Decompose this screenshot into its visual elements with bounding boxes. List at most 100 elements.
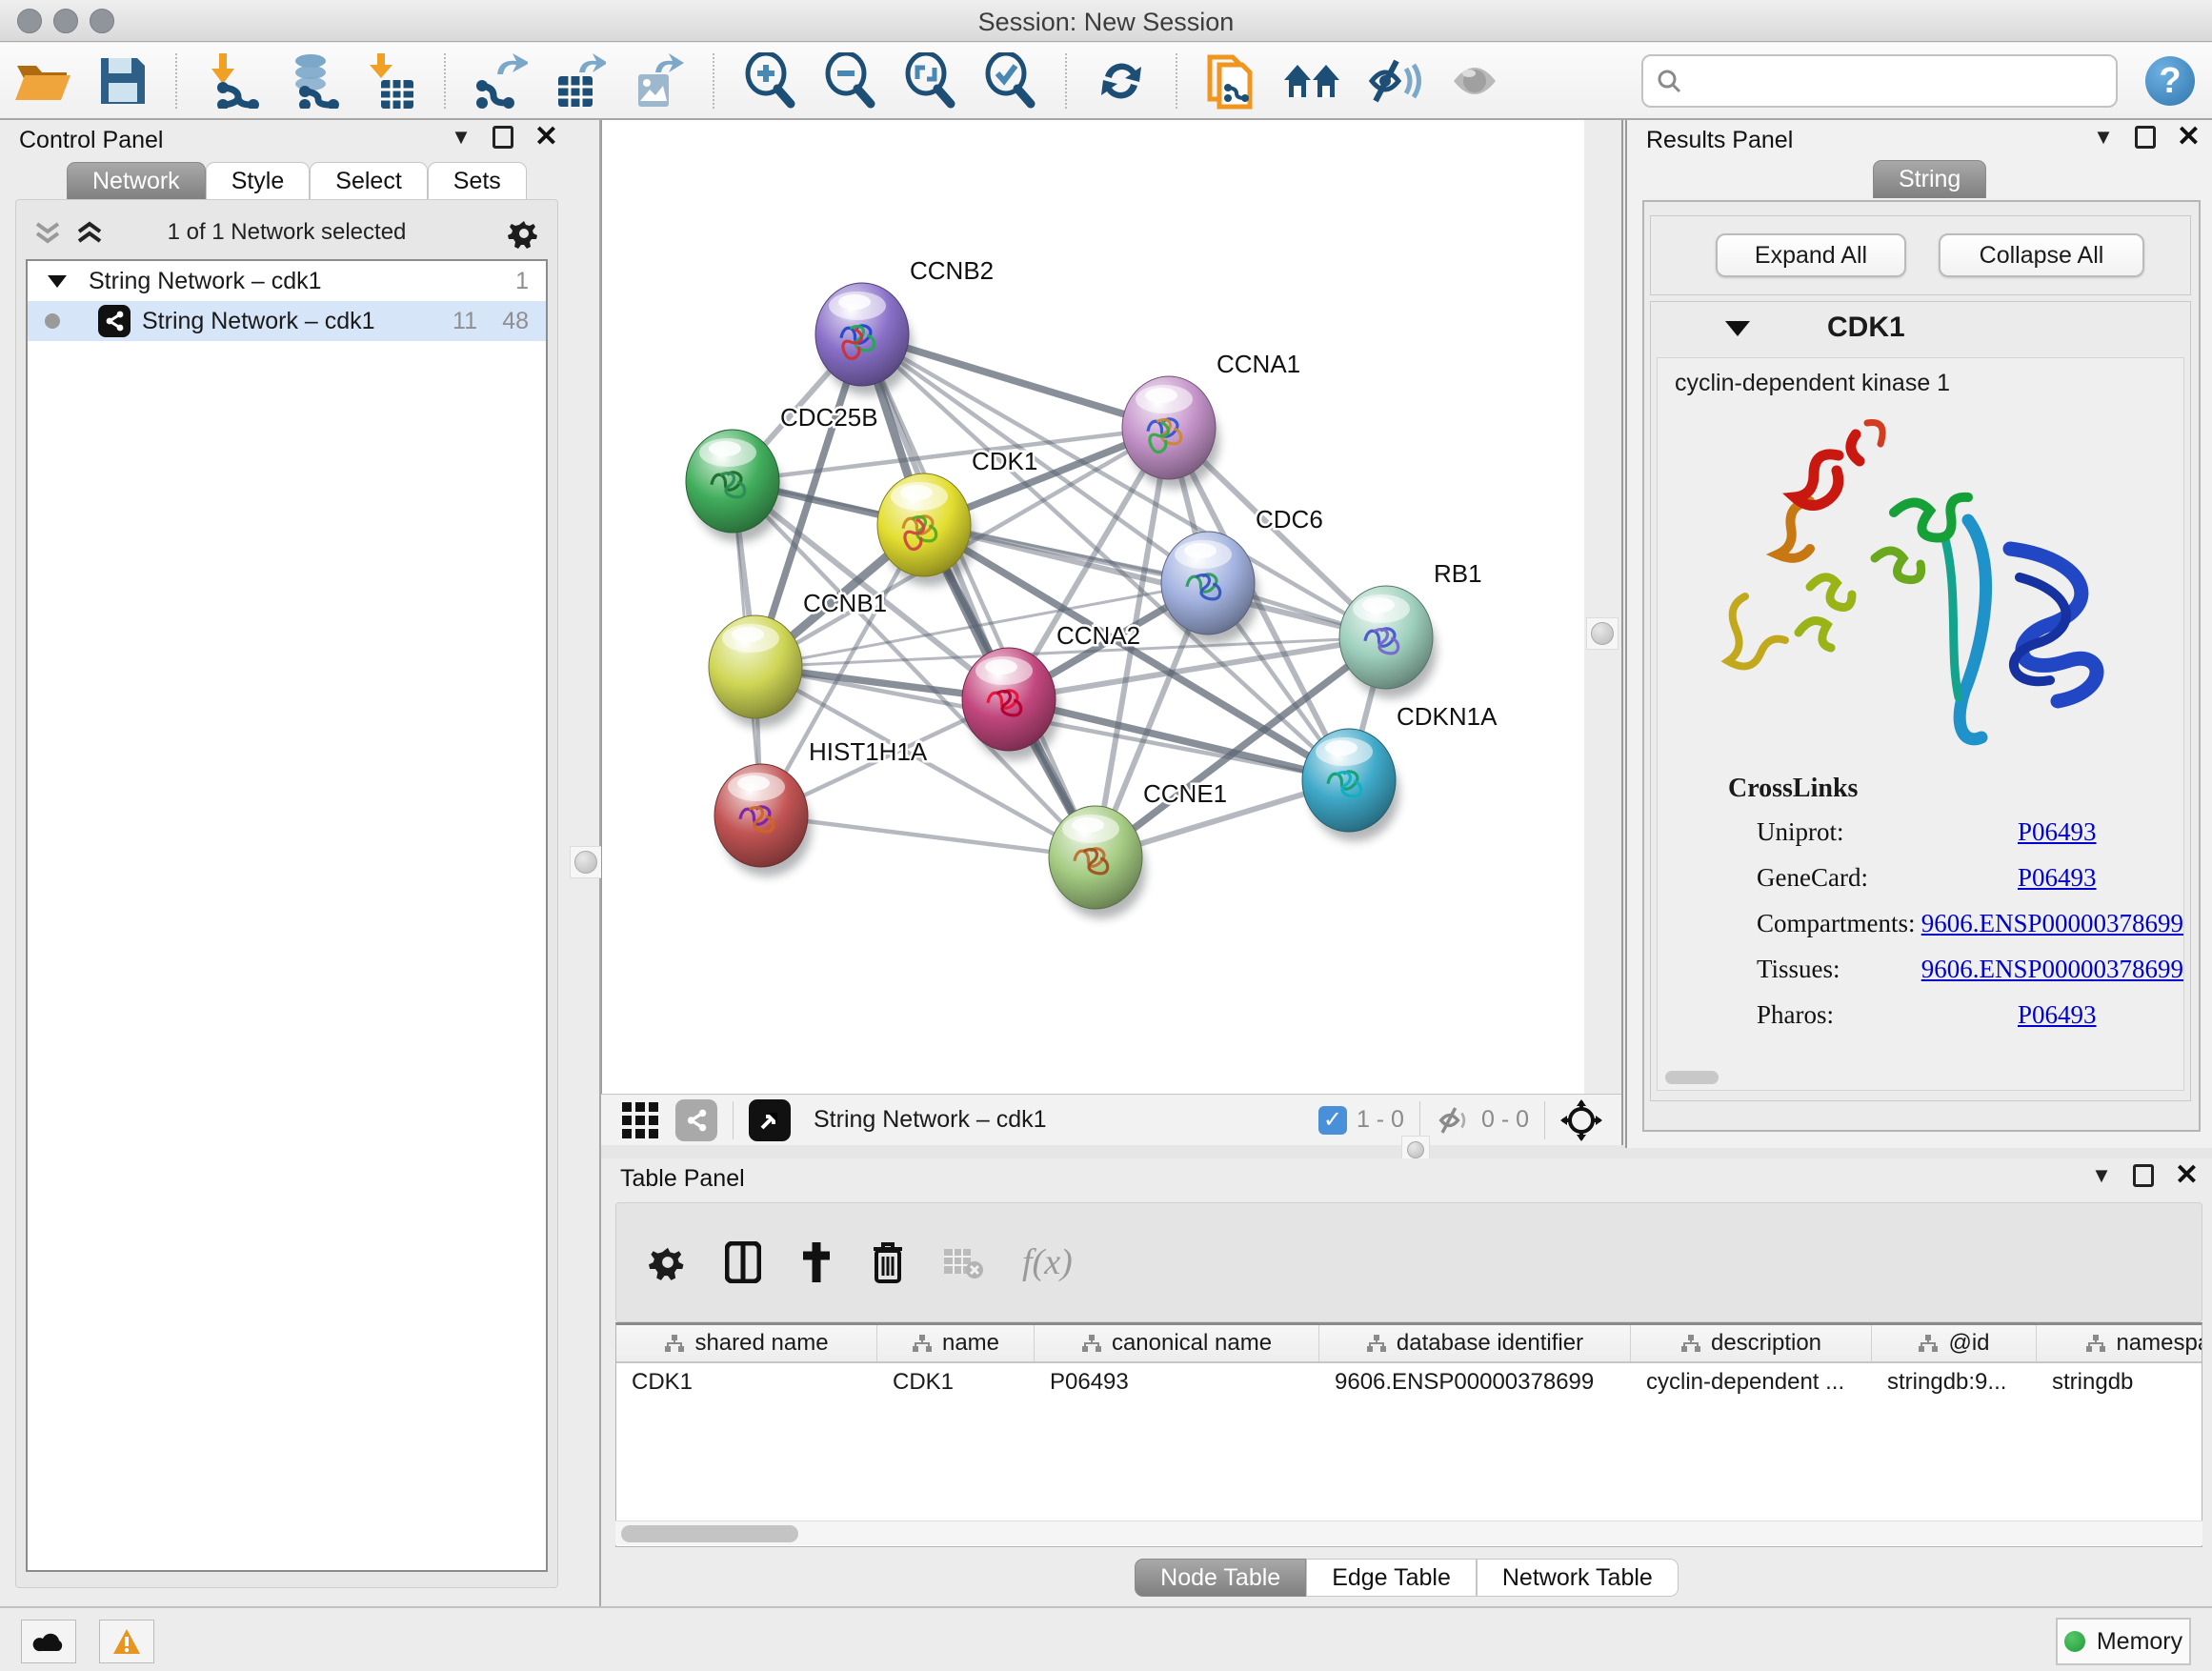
home-button[interactable] (1282, 50, 1341, 111)
zoom-out-button[interactable] (823, 50, 876, 111)
table-cell[interactable]: P06493 (1035, 1363, 1319, 1401)
tab-select[interactable]: Select (310, 162, 427, 200)
network-node-ccnb2[interactable]: CCNB2 (815, 256, 994, 395)
right-splitter-handle[interactable] (1586, 617, 1619, 650)
table-gear-icon[interactable] (649, 1243, 687, 1281)
zoom-fit-button[interactable] (903, 50, 956, 111)
svg-text:CCNA2: CCNA2 (1056, 621, 1140, 650)
right-splitter[interactable] (1584, 120, 1623, 1148)
table-cell[interactable]: 9606.ENSP00000378699 (1319, 1363, 1631, 1401)
network-node-ccne1[interactable]: CCNE1 (1049, 779, 1227, 918)
network-node-cdc6[interactable]: CDC6 (1161, 505, 1323, 644)
tree-expanded-icon[interactable] (47, 273, 68, 289)
memory-button[interactable]: Memory (2056, 1618, 2191, 1665)
zoom-selected-button[interactable] (983, 50, 1036, 111)
network-node-ccna1[interactable]: CCNA1 (1122, 350, 1300, 489)
save-session-button[interactable] (99, 50, 147, 111)
import-network-database-button[interactable] (286, 50, 341, 111)
gear-icon[interactable] (508, 217, 540, 250)
table-hscroll-thumb[interactable] (621, 1525, 798, 1542)
network-node-cdkn1a[interactable]: CDKN1A (1302, 702, 1498, 841)
network-node-ccnb1[interactable]: CCNB1 (709, 589, 887, 728)
import-table-button[interactable] (368, 50, 415, 111)
column-header-id[interactable]: @id (1872, 1325, 2037, 1361)
column-header-databaseidentifier[interactable]: database identifier (1319, 1325, 1631, 1361)
fit-content-crosshair-icon[interactable] (1560, 1099, 1602, 1141)
section-expanded-icon[interactable] (1725, 321, 1750, 336)
import-network-file-button[interactable] (206, 50, 259, 111)
table-cell[interactable]: CDK1 (877, 1363, 1035, 1401)
tab-node-table[interactable]: Node Table (1135, 1559, 1306, 1597)
collapse-all-button[interactable]: Collapse All (1939, 233, 2144, 277)
table-toolbar: f(x) (615, 1202, 2202, 1322)
network-edge[interactable] (924, 525, 1386, 637)
node-table[interactable]: shared namenamecanonical namedatabase id… (615, 1322, 2202, 1547)
results-hscroll-thumb[interactable] (1665, 1071, 1719, 1084)
network-row-selected[interactable]: String Network – cdk1 11 48 (28, 301, 546, 341)
column-header-description[interactable]: description (1631, 1325, 1872, 1361)
panel-float-icon[interactable] (2133, 1164, 2154, 1187)
show-columns-icon[interactable] (725, 1241, 761, 1283)
panel-close-icon[interactable]: ✕ (534, 126, 558, 149)
left-splitter[interactable] (572, 120, 601, 1606)
panel-float-icon[interactable] (493, 126, 513, 149)
table-row[interactable]: CDK1CDK1P064939606.ENSP00000378699cyclin… (616, 1363, 2202, 1401)
column-header-name[interactable]: name (877, 1325, 1035, 1361)
table-cell[interactable]: CDK1 (616, 1363, 877, 1401)
tab-network[interactable]: Network (67, 162, 206, 200)
table-cell[interactable]: cyclin-dependent ... (1631, 1363, 1872, 1401)
export-table-button[interactable] (554, 50, 606, 111)
tab-sets[interactable]: Sets (428, 162, 527, 200)
open-in-browser-button[interactable] (749, 1099, 791, 1141)
warnings-button[interactable] (99, 1620, 154, 1663)
tab-network-table[interactable]: Network Table (1477, 1559, 1679, 1597)
column-header-label: namespace (2116, 1330, 2202, 1357)
network-node-rb1[interactable]: RB1 (1339, 559, 1482, 698)
left-splitter-handle[interactable] (570, 846, 602, 878)
table-cell[interactable]: stringdb:9... (1872, 1363, 2037, 1401)
crosslink-link[interactable]: 9606.ENSP00000378699 (1921, 909, 2183, 938)
panel-menu-caret-icon[interactable]: ▼ (2093, 125, 2114, 150)
network-collection-row[interactable]: String Network – cdk1 1 (28, 261, 546, 301)
gene-section-header[interactable]: CDK1 (1651, 302, 2190, 355)
network-edge[interactable] (761, 815, 1096, 857)
network-graph[interactable]: CCNB2 CCNA1 CDC25B CDK1 CDC6 RB1 CCNB1 C… (602, 120, 1585, 1094)
delete-column-trash-icon[interactable] (872, 1241, 904, 1283)
add-column-icon[interactable] (799, 1242, 834, 1282)
crosslink-link[interactable]: 9606.ENSP00000378699 (1921, 955, 2183, 984)
zoom-in-button[interactable] (743, 50, 796, 111)
panel-float-icon[interactable] (2135, 126, 2156, 149)
help-button[interactable]: ? (2145, 56, 2195, 106)
search-input[interactable] (1641, 54, 2118, 108)
show-all-button[interactable] (1450, 50, 1499, 111)
panel-menu-caret-icon[interactable]: ▼ (451, 125, 472, 150)
panel-menu-caret-icon[interactable]: ▼ (2091, 1163, 2112, 1188)
tab-edge-table[interactable]: Edge Table (1306, 1559, 1477, 1597)
tab-style[interactable]: Style (206, 162, 311, 200)
column-header-canonicalname[interactable]: canonical name (1035, 1325, 1319, 1361)
panel-close-icon[interactable]: ✕ (2177, 126, 2201, 149)
export-image-button[interactable] (633, 50, 684, 111)
selected-checkbox-icon[interactable]: ✓ (1318, 1106, 1347, 1135)
network-edge[interactable] (862, 334, 1096, 857)
tab-string[interactable]: String (1873, 160, 1986, 198)
panel-close-icon[interactable]: ✕ (2175, 1164, 2199, 1187)
cloud-status-button[interactable] (21, 1620, 76, 1663)
expand-all-button[interactable]: Expand All (1716, 233, 1906, 277)
network-canvas[interactable]: CCNB2 CCNA1 CDC25B CDK1 CDC6 RB1 CCNB1 C… (601, 120, 1584, 1094)
crosslink-link[interactable]: P06493 (2018, 817, 2097, 847)
birds-eye-view-icon[interactable] (622, 1102, 658, 1138)
export-network-button[interactable] (474, 50, 528, 111)
refresh-button[interactable] (1096, 50, 1147, 111)
column-header-sharedname[interactable]: shared name (616, 1325, 877, 1361)
network-node-hist1h1a[interactable]: HIST1H1A (714, 737, 928, 876)
network-overview-icon[interactable] (675, 1099, 717, 1141)
hide-selected-button[interactable] (1368, 50, 1423, 111)
duplicate-network-button[interactable] (1206, 50, 1256, 111)
table-hscrollbar[interactable] (615, 1520, 2202, 1545)
crosslink-link[interactable]: P06493 (2018, 1000, 2097, 1030)
table-cell[interactable]: stringdb (2037, 1363, 2202, 1401)
crosslink-link[interactable]: P06493 (2018, 863, 2097, 893)
column-header-namespace[interactable]: namespace (2037, 1325, 2202, 1361)
open-session-button[interactable] (13, 50, 72, 111)
